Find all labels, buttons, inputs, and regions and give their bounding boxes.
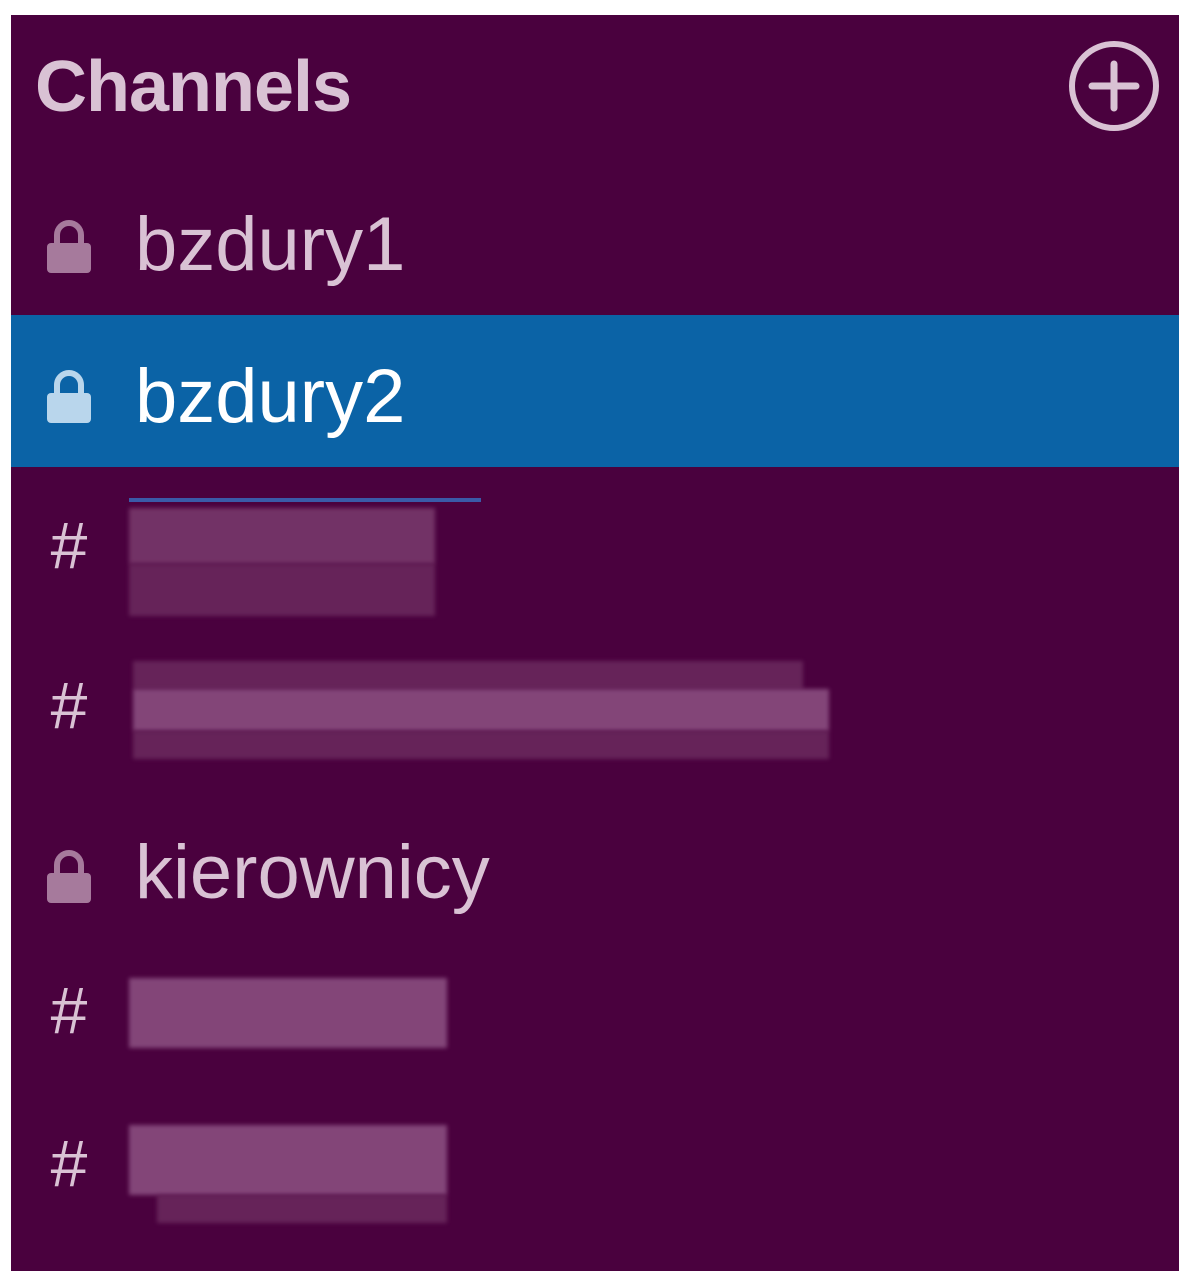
lock-icon — [47, 220, 91, 273]
channels-section-title[interactable]: Channels — [35, 51, 352, 123]
plus-circle-icon — [1069, 41, 1159, 131]
redacted-channel-name — [129, 1125, 447, 1195]
channel-item-redacted-2[interactable]: # — [11, 625, 1179, 777]
lock-icon — [47, 370, 91, 423]
redacted-channel-name — [133, 661, 803, 689]
hash-icon: # — [50, 668, 88, 742]
add-channel-button[interactable] — [1066, 38, 1162, 134]
redacted-channel-name — [157, 1195, 447, 1223]
redacted-channel-name — [133, 689, 829, 731]
hash-icon: # — [50, 973, 88, 1047]
channel-item-redacted-4[interactable]: # — [11, 1095, 1179, 1247]
channel-label: bzdury1 — [135, 202, 406, 287]
redacted-channel-name — [129, 978, 447, 1048]
channel-label: bzdury2 — [135, 354, 406, 439]
redacted-channel-name — [129, 508, 435, 564]
lock-icon — [47, 850, 91, 903]
hash-icon: # — [50, 1126, 88, 1200]
redacted-channel-name — [133, 731, 829, 759]
channel-item-kierownicy[interactable]: kierownicy — [11, 785, 1179, 937]
channels-sidebar: Channels bzdury1 bzdury2 # # kierownicy … — [11, 15, 1179, 1271]
channel-item-bzdury1[interactable]: bzdury1 — [11, 165, 1179, 317]
channels-header: Channels — [11, 15, 1179, 165]
redaction-line — [129, 498, 481, 502]
channel-item-redacted-3[interactable]: # — [11, 940, 1179, 1092]
hash-icon: # — [50, 508, 88, 582]
channel-label: kierownicy — [135, 830, 490, 915]
channel-item-redacted-1[interactable]: # — [11, 470, 1179, 622]
channel-item-bzdury2[interactable]: bzdury2 — [11, 315, 1179, 467]
redacted-channel-name — [129, 564, 435, 616]
